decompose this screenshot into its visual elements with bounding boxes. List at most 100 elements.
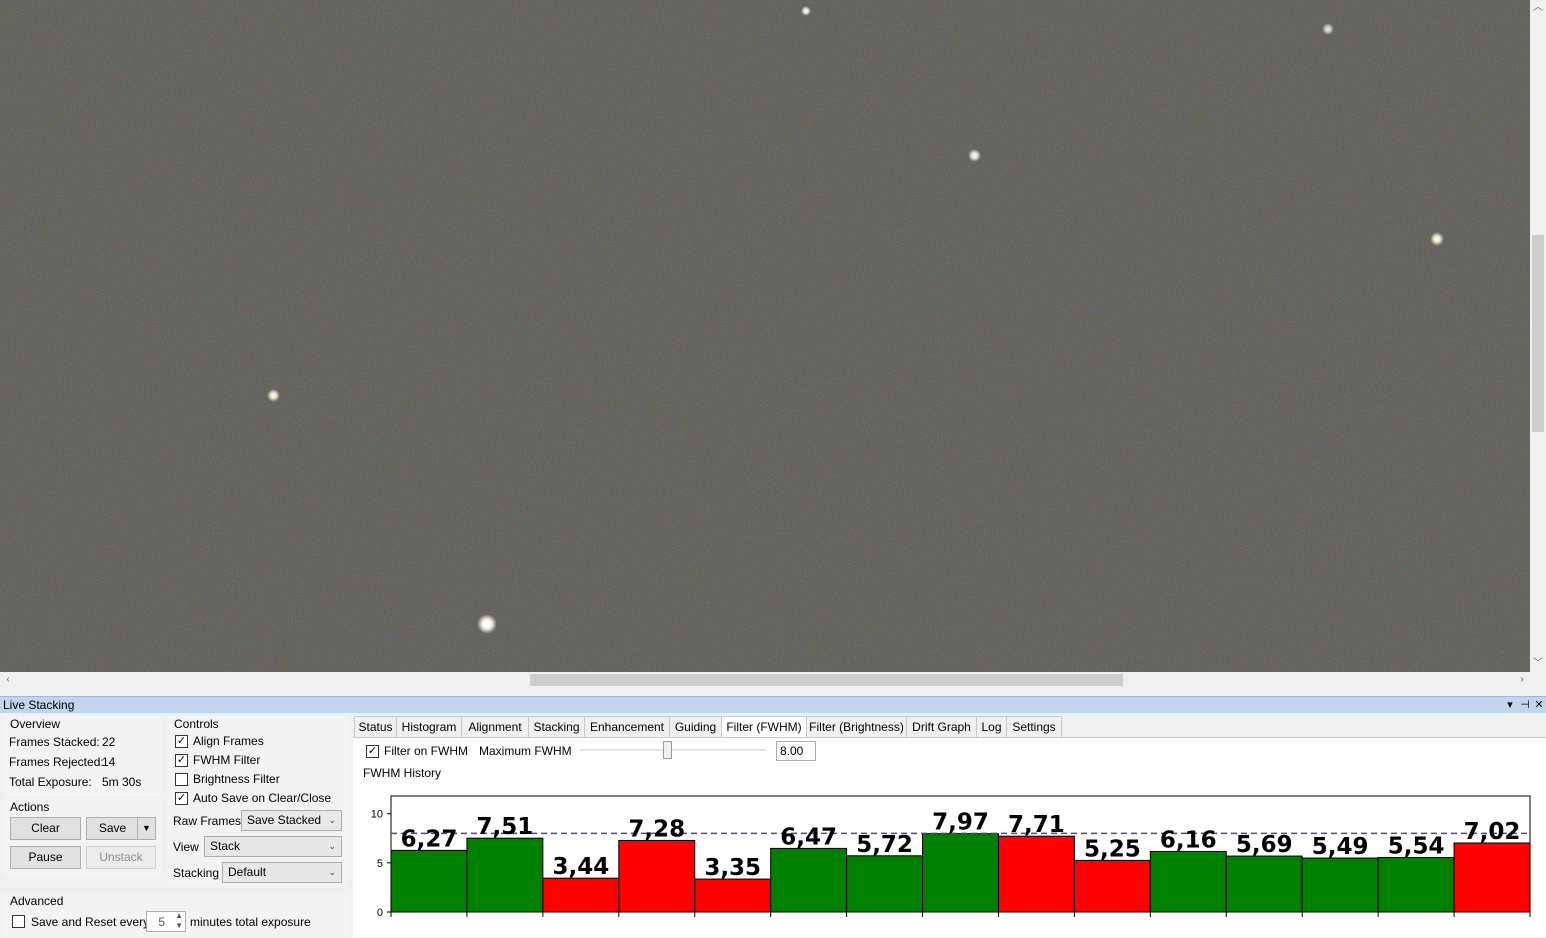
star xyxy=(1430,232,1444,246)
horizontal-scrollbar[interactable]: ‹ › xyxy=(0,672,1530,688)
star-field-image xyxy=(0,0,1530,672)
fwhm-bar-label: 5,69 xyxy=(1236,832,1293,858)
save-reset-checkbox[interactable] xyxy=(12,915,25,928)
pin-icon[interactable]: ⊣ xyxy=(1518,697,1532,713)
star xyxy=(801,6,811,16)
fwhm-bar xyxy=(542,877,620,913)
fwhm-bar xyxy=(997,835,1075,913)
dropdown-icon[interactable]: ▾ xyxy=(1503,697,1517,713)
tab-filter-fwhm[interactable]: Filter (FWHM) xyxy=(721,716,807,739)
fwhm-bar xyxy=(1301,857,1379,913)
tab-log[interactable]: Log xyxy=(976,716,1007,738)
fwhm-bar-label: 3,44 xyxy=(552,854,609,880)
vertical-scrollbar[interactable]: ︿ ﹀ xyxy=(1530,0,1546,688)
scroll-right-icon[interactable]: › xyxy=(1514,672,1530,688)
tab-alignment[interactable]: Alignment xyxy=(461,716,529,738)
fwhm-bar xyxy=(846,855,924,913)
stacking-label: Stacking xyxy=(173,866,220,880)
tab-drift-graph[interactable]: Drift Graph xyxy=(906,716,977,738)
save-options-dropdown[interactable]: ▼ xyxy=(137,817,156,840)
raw-frames-value: Save Stacked xyxy=(247,813,322,827)
clear-button[interactable]: Clear xyxy=(10,817,81,840)
y-tick-label: 5 xyxy=(377,858,383,870)
pause-button[interactable]: Pause xyxy=(10,846,81,869)
scroll-up-icon[interactable]: ︿ xyxy=(1530,0,1546,16)
fwhm-history-label: FWHM History xyxy=(363,766,441,780)
tab-filter-brightness[interactable]: Filter (Brightness) xyxy=(806,716,907,738)
fwhm-filter-label: FWHM Filter xyxy=(193,753,261,767)
fwhm-bar-label: 5,25 xyxy=(1084,836,1141,862)
fwhm-bar xyxy=(694,878,772,913)
stacking-select[interactable]: Default ⌄ xyxy=(222,862,342,883)
y-tick-label: 0 xyxy=(377,907,383,919)
stepper-up-icon[interactable]: ▲ xyxy=(175,911,183,920)
fwhm-bar xyxy=(466,837,544,913)
view-label: View xyxy=(173,840,199,854)
fwhm-bar-label: 3,35 xyxy=(704,855,761,881)
overview-heading: Overview xyxy=(10,717,61,731)
panel-title: Live Stacking xyxy=(3,698,75,712)
fwhm-bar xyxy=(1377,857,1455,913)
vertical-scroll-thumb[interactable] xyxy=(1532,235,1544,432)
view-value: Stack xyxy=(210,839,241,853)
minutes-stepper[interactable]: 5 ▲ ▼ xyxy=(146,911,186,932)
minutes-value: 5 xyxy=(158,915,165,929)
fwhm-filter-checkbox[interactable]: ✓ xyxy=(175,754,188,767)
fwhm-bar xyxy=(1149,850,1227,913)
fwhm-bar-label: 7,02 xyxy=(1464,819,1521,845)
chevron-down-icon: ⌄ xyxy=(328,867,336,877)
close-icon[interactable]: ✕ xyxy=(1532,697,1546,713)
tab-histogram[interactable]: Histogram xyxy=(396,716,462,738)
horizontal-scroll-thumb[interactable] xyxy=(530,674,1123,686)
fwhm-history-chart-area: 6,27 7,51 3,44 7,28 3,35 6,47 5,72 7,97 7,71 5,25… xyxy=(360,780,1542,935)
brightness-filter-label: Brightness Filter xyxy=(193,772,280,786)
advanced-heading: Advanced xyxy=(10,894,64,908)
fwhm-bar-label: 6,47 xyxy=(780,824,837,850)
tab-status[interactable]: Status xyxy=(354,716,397,738)
fwhm-bar-label: 7,97 xyxy=(932,810,989,836)
tab-stacking[interactable]: Stacking xyxy=(528,716,585,738)
fwhm-bar-label: 7,51 xyxy=(477,814,534,840)
fwhm-bar-label: 7,71 xyxy=(1008,812,1065,838)
stacking-value: Default xyxy=(228,865,267,879)
fwhm-bar xyxy=(1225,855,1303,913)
scroll-down-icon[interactable]: ﹀ xyxy=(1530,656,1546,672)
fwhm-bar-label: 5,72 xyxy=(856,832,913,858)
fwhm-bar-label: 7,28 xyxy=(628,816,685,842)
star xyxy=(477,614,497,634)
minutes-suffix: minutes total exposure xyxy=(190,915,311,929)
stepper-down-icon[interactable]: ▼ xyxy=(175,921,183,930)
filter-on-fwhm-label: Filter on FWHM xyxy=(384,744,468,758)
save-button[interactable]: Save xyxy=(86,817,138,840)
stacked-image-viewer[interactable] xyxy=(0,0,1530,672)
raw-frames-select[interactable]: Save Stacked ⌄ xyxy=(241,810,342,831)
chevron-down-icon: ⌄ xyxy=(328,841,336,851)
actions-heading: Actions xyxy=(10,800,50,814)
fwhm-bar-label: 6,16 xyxy=(1160,827,1217,853)
chevron-down-icon: ▼ xyxy=(142,823,151,833)
max-fwhm-slider-track[interactable] xyxy=(580,749,766,751)
brightness-filter-checkbox[interactable] xyxy=(175,773,188,786)
tab-guiding[interactable]: Guiding xyxy=(669,716,722,738)
fwhm-bar-label: 5,54 xyxy=(1388,834,1445,860)
fwhm-bar xyxy=(390,849,468,913)
chevron-down-icon: ⌄ xyxy=(328,815,336,825)
tab-settings[interactable]: Settings xyxy=(1006,716,1062,738)
total-exposure-label: Total Exposure: xyxy=(9,775,92,789)
total-exposure-value: 5m 30s xyxy=(102,775,142,789)
max-fwhm-input[interactable]: 8.00 xyxy=(776,741,816,761)
fwhm-bar xyxy=(1073,859,1151,913)
align-frames-checkbox[interactable]: ✓ xyxy=(175,735,188,748)
fwhm-history-chart: 6,27 7,51 3,44 7,28 3,35 6,47 5,72 7,97 7,71 5,25… xyxy=(371,795,1531,919)
unstack-button[interactable]: Unstack xyxy=(86,846,156,869)
frames-stacked-value: 22 xyxy=(102,735,116,749)
scroll-left-icon[interactable]: ‹ xyxy=(0,672,16,688)
auto-save-checkbox[interactable]: ✓ xyxy=(175,792,188,805)
filter-on-fwhm-checkbox[interactable]: ✓ xyxy=(366,745,379,758)
max-fwhm-slider-thumb[interactable] xyxy=(663,741,673,759)
fwhm-bar-label: 6,27 xyxy=(401,826,458,852)
y-tick-label: 10 xyxy=(371,809,383,821)
tab-enhancement[interactable]: Enhancement xyxy=(584,716,670,738)
view-select[interactable]: Stack ⌄ xyxy=(204,836,342,857)
save-reset-label: Save and Reset every xyxy=(31,915,150,929)
